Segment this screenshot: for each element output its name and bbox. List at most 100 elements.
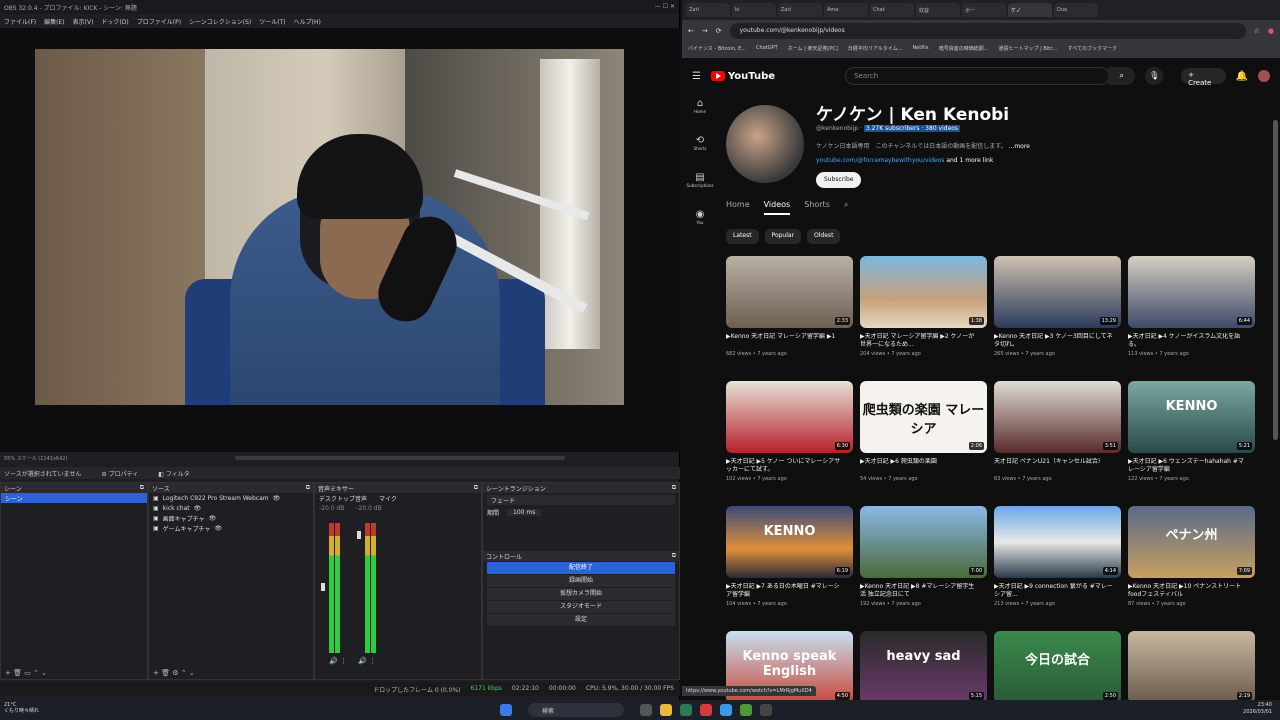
source-item[interactable]: ▣ kick chat 👁 xyxy=(149,503,313,513)
source-item[interactable]: ▣ 画面キャプチャ 👁 xyxy=(149,513,313,523)
rail-item[interactable]: ▤ Subscriptions xyxy=(682,168,718,205)
video-card[interactable]: 13:29 ▶Kenno 天才日記 ▶3 ケノー3回目にしてネタ切れ。 265 vi… xyxy=(994,256,1121,357)
source-list-toolbar[interactable]: + 🗑 ⚙ ⌃ ⌄ xyxy=(153,669,195,677)
source-item[interactable]: ▣ Logitech C922 Pro Stream Webcam 👁 xyxy=(149,493,313,503)
voice-search-icon[interactable]: 🎙 xyxy=(1145,67,1164,85)
bookmark-item[interactable]: Netflix xyxy=(912,45,928,55)
video-card[interactable]: KENNO 5:21 ▶天才日記 ▶6 ウェンズデーhahahah #マレーシア留学… xyxy=(1128,381,1255,482)
video-thumbnail[interactable]: 爬虫類の楽園 マレーシア 2:06 xyxy=(860,381,987,453)
video-title[interactable]: ▶天才日記 ▶9 connection 繋がる #マレーシア留... xyxy=(994,583,1121,599)
video-thumbnail[interactable]: 2:19 xyxy=(1128,631,1255,700)
mixer-controls[interactable]: 🔊 ⋮ 🔊 ⋮ xyxy=(329,657,376,665)
menu-item[interactable]: シーンコレクション(S) xyxy=(189,17,251,26)
video-card[interactable]: 6:44 ▶天才日記 ▶4 ケノーがイスラム文化を語る。 113 views • 7… xyxy=(1128,256,1255,357)
bookmark-item[interactable]: 通貨ヒートマップ | Bitc... xyxy=(999,45,1058,55)
channel-tab[interactable]: Home xyxy=(726,200,750,215)
video-thumbnail[interactable]: 6:30 xyxy=(726,381,853,453)
video-thumbnail[interactable]: ペナン州 7:09 xyxy=(1128,506,1255,578)
sort-chip[interactable]: Popular xyxy=(764,229,802,244)
menu-item[interactable]: ヘルプ(H) xyxy=(294,17,321,26)
menu-icon[interactable]: ☰ xyxy=(692,71,701,82)
control-button[interactable]: スタジオモード xyxy=(487,601,675,613)
volume-slider-desktop[interactable] xyxy=(321,583,325,591)
notifications-icon[interactable]: 🔔 xyxy=(1236,71,1248,82)
menu-item[interactable]: プロファイル(P) xyxy=(137,17,181,26)
weather-widget[interactable]: 21°C くもり時々晴れ xyxy=(4,702,39,714)
edge-icon[interactable] xyxy=(720,704,732,716)
video-card[interactable]: 爬虫類の楽園 マレーシア 2:06 ▶天才日記 ▶6 爬虫類の楽園 54 views … xyxy=(860,381,987,482)
filter-button[interactable]: ◧ フィルタ xyxy=(158,469,189,478)
video-card[interactable]: 6:30 ▶天才日記 ▶5 ケノー ついにマレーシアサッカーにて試す。 102 vi… xyxy=(726,381,853,482)
reload-icon[interactable]: ⟳ xyxy=(716,27,722,35)
bookmark-item[interactable]: すべてのブックマーク xyxy=(1068,45,1117,55)
search-icon[interactable]: ⌕ xyxy=(1107,67,1136,85)
control-button[interactable]: 設定 xyxy=(487,614,675,626)
menu-item[interactable]: 表示(V) xyxy=(73,17,94,26)
channel-link[interactable]: youtube.com/@forcemaybewithyou/videos an… xyxy=(816,157,993,164)
rail-item[interactable]: ⌂ Home xyxy=(682,94,718,131)
video-thumbnail[interactable]: KENNO 5:21 xyxy=(1128,381,1255,453)
bookmark-item[interactable]: 暗号資産の時価総額... xyxy=(939,45,989,55)
sort-chip[interactable]: Latest xyxy=(726,229,759,244)
search-input[interactable]: Search xyxy=(845,67,1110,85)
video-thumbnail[interactable]: 7:00 xyxy=(860,506,987,578)
window-controls[interactable]: — ☐ ✕ xyxy=(655,3,675,11)
taskbar-search[interactable]: 検索 xyxy=(528,703,624,717)
visibility-icon[interactable]: 👁 xyxy=(194,505,202,512)
video-title[interactable]: ▶天才日記 ▶6 ウェンズデーhahahah #マレーシア留学編 xyxy=(1128,458,1255,474)
source-item[interactable]: ▣ ゲームキャプチャ 👁 xyxy=(149,523,313,533)
menu-item[interactable]: ファイル(F) xyxy=(4,17,36,26)
video-title[interactable]: ▶天才日記 ▶7 ある日の木曜日 #マレーシア留学編 xyxy=(726,583,853,599)
task-view-icon[interactable] xyxy=(640,704,652,716)
video-card[interactable]: 7:00 ▶Kenno 天才日記 ▶8 #マレーシア留学生活 独立記念日にて 192… xyxy=(860,506,987,607)
menu-item[interactable]: ドック(D) xyxy=(101,17,128,26)
browser-tab[interactable]: Zati xyxy=(778,3,822,17)
rail-item[interactable]: ⟲ Shorts xyxy=(682,131,718,168)
store-icon[interactable] xyxy=(680,704,692,716)
channel-avatar[interactable] xyxy=(726,105,804,183)
avatar[interactable] xyxy=(1258,70,1270,82)
video-card[interactable]: 2:33 ▶Kenno 天才日記 マレーシア留学編 ▶1 682 views • 7… xyxy=(726,256,853,357)
video-thumbnail[interactable]: 4:14 xyxy=(994,506,1121,578)
sort-chip[interactable]: Oldest xyxy=(807,229,841,244)
control-button[interactable]: 録画開始 xyxy=(487,575,675,587)
browser-tab[interactable]: Zati xyxy=(686,3,730,17)
video-card[interactable]: 3:51 天才日記 ペナンU21（キャンセル試合） 63 views • 7 yea… xyxy=(994,381,1121,482)
video-thumbnail[interactable]: KENNO 6:19 xyxy=(726,506,853,578)
video-title[interactable]: ▶天才日記 ▶6 爬虫類の楽園 xyxy=(860,458,987,474)
profile-icon[interactable]: ● xyxy=(1268,27,1274,35)
duration-input[interactable]: 100 ms xyxy=(507,508,542,516)
youtube-logo[interactable]: YouTube xyxy=(710,71,775,82)
chrome-icon[interactable] xyxy=(740,704,752,716)
bookmark-star-icon[interactable]: ☆ xyxy=(1254,27,1260,35)
browser-tab[interactable]: Ama xyxy=(824,3,868,17)
volume-slider-mic[interactable] xyxy=(357,531,361,539)
visibility-icon[interactable]: 👁 xyxy=(214,525,222,532)
menu-item[interactable]: 編集(E) xyxy=(44,17,64,26)
video-title[interactable]: 天才日記 ペナンU21（キャンセル試合） xyxy=(994,458,1121,474)
preview-scrollbar[interactable] xyxy=(235,456,565,460)
browser-tab[interactable]: ボー xyxy=(962,3,1006,17)
video-thumbnail[interactable]: heavy sad 5:15 xyxy=(860,631,987,700)
video-thumbnail[interactable]: 3:51 xyxy=(994,381,1121,453)
back-icon[interactable]: ← xyxy=(688,27,694,35)
channel-tab[interactable]: Shorts xyxy=(804,200,830,215)
video-title[interactable]: ▶Kenno 天才日記 ▶10 ペナンストリートfoodフェスティバル xyxy=(1128,583,1255,599)
video-title[interactable]: ▶Kenno 天才日記 マレーシア留学編 ▶1 xyxy=(726,333,853,349)
video-card[interactable]: ペナン州 7:09 ▶Kenno 天才日記 ▶10 ペナンストリートfoodフェステ… xyxy=(1128,506,1255,607)
video-card[interactable]: 2:19 xyxy=(1128,631,1255,700)
video-thumbnail[interactable]: 今日の試合 2:50 xyxy=(994,631,1121,700)
channel-description[interactable]: ケノケン日本語専用 このチャンネルでは日本語の動画を配信します。 ...more xyxy=(816,141,1030,150)
browser-tab[interactable]: 収益 xyxy=(916,3,960,17)
video-card[interactable]: KENNO 6:19 ▶天才日記 ▶7 ある日の木曜日 #マレーシア留学編 104 v… xyxy=(726,506,853,607)
menu-item[interactable]: ツール(T) xyxy=(259,17,285,26)
channel-tab[interactable]: Videos xyxy=(763,200,791,215)
obs-icon[interactable] xyxy=(760,704,772,716)
search-channel-icon[interactable]: ⌕ xyxy=(844,200,848,215)
scene-toolbar[interactable]: + 🗑 ▭ ⌃ ⌄ xyxy=(5,669,47,677)
clock[interactable]: 23:40 2026/03/01 xyxy=(1243,702,1272,716)
video-card[interactable]: 今日の試合 2:50 xyxy=(994,631,1121,700)
forward-icon[interactable]: → xyxy=(702,27,708,35)
scene-item[interactable]: シーン xyxy=(1,493,147,503)
video-title[interactable]: ▶Kenno 天才日記 ▶8 #マレーシア留学生活 独立記念日にて xyxy=(860,583,987,599)
